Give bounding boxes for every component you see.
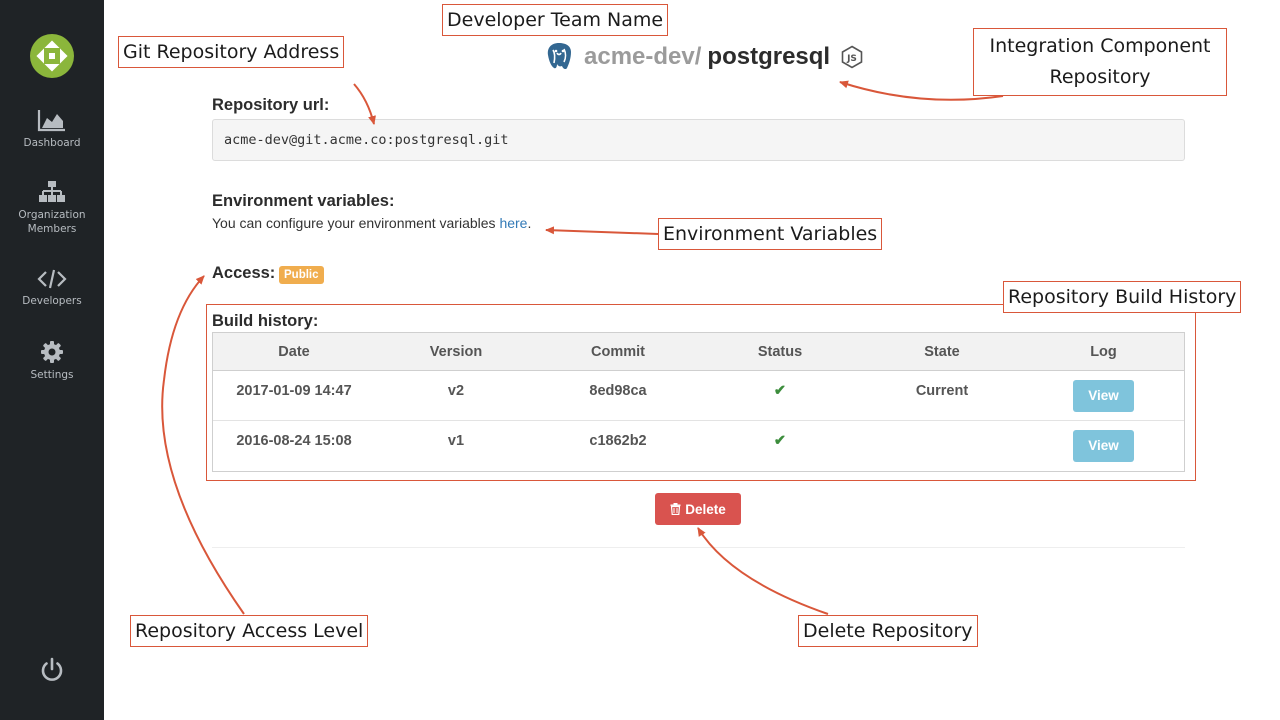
svg-text:JS: JS [846, 54, 857, 64]
team-name: acme-dev/ [584, 43, 702, 70]
arrow-git-address [353, 83, 376, 125]
annotation-repository-access-level: Repository Access Level [130, 615, 369, 647]
sidebar-item-organization-members[interactable]: Organization Members [0, 180, 104, 236]
build-history-highlight [206, 304, 1196, 481]
org-members-icon [39, 181, 65, 202]
sidebar-item-dashboard[interactable]: Dashboard [0, 108, 104, 150]
divider [212, 547, 1185, 548]
annotation-line: Integration Component [989, 35, 1211, 57]
environment-variables-description: You can configure your environment varia… [212, 215, 500, 231]
sidebar-item-label: Organization Members [18, 209, 86, 235]
environment-variables-suffix: . [527, 215, 532, 231]
delete-button-label: Delete [685, 501, 726, 517]
repository-url-label: Repository url: [212, 96, 330, 114]
gear-icon [41, 341, 63, 363]
annotation-git-repository-address: Git Repository Address [118, 36, 345, 68]
annotation-developer-team-name: Developer Team Name [442, 4, 669, 36]
app-logo-icon[interactable] [30, 34, 74, 78]
annotation-line: Repository [1049, 66, 1151, 88]
sidebar-item-label: Developers [22, 295, 82, 307]
trash-icon [670, 503, 681, 515]
repository-name: postgresql [707, 43, 831, 70]
arrow-env-vars [545, 226, 659, 235]
power-icon[interactable] [38, 656, 66, 684]
annotation-integration-component-repository: Integration Component Repository [973, 28, 1227, 96]
sidebar-item-developers[interactable]: Developers [0, 268, 104, 308]
sidebar-item-label: Settings [30, 369, 74, 381]
environment-variables-text: You can configure your environment varia… [212, 215, 531, 231]
environment-variables-label: Environment variables: [212, 192, 395, 210]
nodejs-icon: JS [841, 45, 863, 69]
annotation-repository-build-history: Repository Build History [1003, 281, 1242, 313]
access-badge: Public [279, 266, 324, 284]
postgresql-icon [547, 43, 571, 70]
annotation-delete-repository: Delete Repository [798, 615, 978, 647]
sidebar-item-settings[interactable]: Settings [0, 340, 104, 382]
code-icon [37, 269, 67, 289]
environment-variables-link[interactable]: here [499, 215, 527, 231]
repository-url-field[interactable]: acme-dev@git.acme.co:postgresql.git [212, 119, 1185, 161]
area-chart-icon [37, 110, 65, 132]
access-label: Access: [212, 264, 276, 282]
sidebar: Dashboard Organization Members Developer… [0, 0, 104, 720]
sidebar-item-label: Dashboard [23, 137, 81, 149]
repository-header: acme-dev/ postgresql JS [544, 40, 864, 74]
annotation-environment-variables: Environment Variables [658, 218, 883, 250]
arrow-delete-repo [697, 527, 829, 615]
delete-button[interactable]: Delete [655, 493, 741, 525]
